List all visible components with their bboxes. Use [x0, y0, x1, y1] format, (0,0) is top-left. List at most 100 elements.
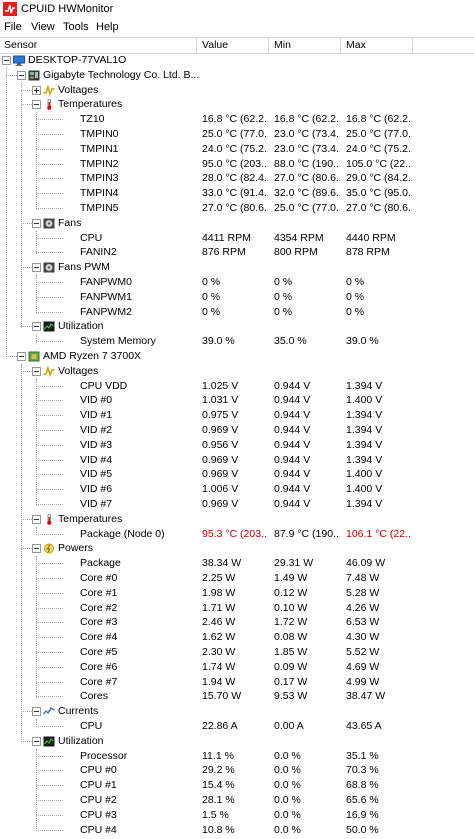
tree-connector	[36, 607, 63, 609]
sensor-row[interactable]: VID #6 1.006 V 0.944 V 1.400 V	[0, 482, 474, 497]
sensor-max: 46.09 W	[346, 557, 386, 570]
menu-bar: File View Tools Help	[0, 19, 474, 36]
sensor-row[interactable]: CPU #0 29.2 % 0.0 % 70.3 %	[0, 763, 474, 778]
tree-node-row[interactable]: Fans PWM	[0, 260, 474, 275]
collapse-icon[interactable]	[32, 322, 41, 332]
sensor-row[interactable]: CPU VDD 1.025 V 0.944 V 1.394 V	[0, 379, 474, 394]
collapse-icon[interactable]	[32, 514, 41, 524]
sensor-row[interactable]: Core #0 2.25 W 1.49 W 7.48 W	[0, 571, 474, 586]
menu-file[interactable]: File	[4, 21, 22, 33]
collapse-icon[interactable]	[2, 56, 11, 65]
sensor-row[interactable]: CPU #3 1.5 % 0.0 % 16.9 %	[0, 808, 474, 823]
sensor-name: FANPWM2	[80, 305, 132, 318]
collapse-icon[interactable]	[17, 352, 26, 361]
sensor-row[interactable]: CPU #2 28.1 % 0.0 % 65.6 %	[0, 793, 474, 808]
collapse-icon[interactable]	[17, 70, 26, 80]
sensor-row[interactable]: Package 38.34 W 29.31 W 46.09 W	[0, 556, 474, 571]
tree-node-row[interactable]: Gigabyte Technology Co. Ltd. B...	[0, 68, 474, 83]
sensor-row[interactable]: CPU 4411 RPM 4354 RPM 4440 RPM	[0, 231, 474, 246]
menu-tools[interactable]: Tools	[63, 21, 89, 33]
sensor-name: Cores	[80, 690, 109, 703]
sensor-row[interactable]: Core #3 2.46 W 1.72 W 6.53 W	[0, 615, 474, 630]
column-divider[interactable]	[196, 38, 197, 53]
sensor-row[interactable]: TZ10 16.8 °C (62.2... 16.8 °C (62.2... 16.8…	[0, 112, 474, 127]
menu-view[interactable]: View	[31, 21, 55, 33]
sensor-row[interactable]: VID #7 0.969 V 0.944 V 1.394 V	[0, 497, 474, 512]
tree-node-row[interactable]: Voltages	[0, 364, 474, 379]
tree-node-row[interactable]: Temperatures	[0, 512, 474, 527]
sensor-row[interactable]: CPU #1 15.4 % 0.0 % 68.8 %	[0, 778, 474, 793]
collapse-icon[interactable]	[32, 736, 41, 746]
sensor-row[interactable]: VID #5 0.969 V 0.944 V 1.400 V	[0, 467, 474, 482]
sensor-row[interactable]: Processor 11.1 % 0.0 % 35.1 %	[0, 749, 474, 764]
tree-connector	[36, 252, 63, 254]
sensor-row[interactable]: VID #3 0.956 V 0.944 V 1.394 V	[0, 438, 474, 453]
sensor-row[interactable]: FANPWM1 0 % 0 % 0 %	[0, 290, 474, 305]
tree-node-row[interactable]: DESKTOP-77VAL1O	[0, 53, 474, 68]
sensor-name: TMPIN5	[80, 202, 119, 214]
sensor-row[interactable]: FANPWM2 0 % 0 % 0 %	[0, 305, 474, 320]
sensor-name: Core #6	[80, 660, 118, 673]
sensor-row[interactable]: VID #0 1.031 V 0.944 V 1.400 V	[0, 393, 474, 408]
sensor-row[interactable]: Core #6 1.74 W 0.09 W 4.69 W	[0, 660, 474, 675]
sensor-row[interactable]: TMPIN3 28.0 °C (82.4... 27.0 °C (80.6... 29…	[0, 171, 474, 186]
sensor-row[interactable]: Core #5 2.30 W 1.85 W 5.52 W	[0, 645, 474, 660]
collapse-icon[interactable]	[32, 263, 41, 273]
sensor-row[interactable]: Core #4 1.62 W 0.08 W 4.30 W	[0, 630, 474, 645]
collapse-icon[interactable]	[32, 544, 41, 554]
column-divider[interactable]	[268, 38, 269, 53]
sensor-row[interactable]: TMPIN0 25.0 °C (77.0... 23.0 °C (73.4... 25…	[0, 127, 474, 142]
column-sensor[interactable]: Sensor	[4, 39, 37, 51]
sensor-row[interactable]: Cores 15.70 W 9.53 W 38.47 W	[0, 689, 474, 704]
sensor-row[interactable]: Core #2 1.71 W 0.10 W 4.26 W	[0, 601, 474, 616]
tree-connector	[36, 415, 63, 417]
column-divider[interactable]	[340, 38, 341, 53]
tree-node-row[interactable]: Temperatures	[0, 97, 474, 112]
tree-node-row[interactable]: Fans	[0, 216, 474, 231]
sensor-max: 4.99 W	[346, 675, 380, 688]
collapse-icon[interactable]	[32, 100, 41, 110]
expand-icon[interactable]	[32, 85, 41, 95]
sensor-row[interactable]: CPU 22.86 A 0.00 A 43.65 A	[0, 719, 474, 734]
tree-node-row[interactable]: Utilization	[0, 734, 474, 749]
sensor-row[interactable]: Package (Node 0) 95.3 °C (203.... 87.9 °C …	[0, 527, 474, 542]
sensor-row[interactable]: VID #1 0.975 V 0.944 V 1.394 V	[0, 408, 474, 423]
sensor-name: TZ10	[80, 113, 105, 126]
tree-connector	[36, 637, 63, 639]
sensor-max: 7.48 W	[346, 572, 380, 584]
sensor-row[interactable]: TMPIN2 95.0 °C (203.... 88.0 °C (190.... 10…	[0, 157, 474, 172]
column-min[interactable]: Min	[274, 39, 291, 51]
sensor-row[interactable]: VID #4 0.969 V 0.944 V 1.394 V	[0, 453, 474, 468]
sensor-row[interactable]: TMPIN1 24.0 °C (75.2... 23.0 °C (73.4... 24…	[0, 142, 474, 157]
sensor-row[interactable]: TMPIN5 27.0 °C (80.6... 25.0 °C (77.0... 27…	[0, 201, 474, 216]
sensor-value: 1.71 W	[202, 601, 236, 614]
column-divider[interactable]	[412, 38, 413, 53]
tree-node-row[interactable]: Currents	[0, 704, 474, 719]
tree-node-row[interactable]: Utilization	[0, 319, 474, 334]
sensor-min: 0.944 V	[274, 424, 311, 436]
collapse-icon[interactable]	[32, 366, 41, 376]
tree-node-row[interactable]: AMD Ryzen 7 3700X	[0, 349, 474, 364]
sensor-tree[interactable]: DESKTOP-77VAL1O Gigabyte Technology Co. L…	[0, 53, 474, 839]
sensor-row[interactable]: VID #2 0.969 V 0.944 V 1.394 V	[0, 423, 474, 438]
sensor-value: 2.46 W	[202, 616, 236, 629]
column-value[interactable]: Value	[202, 39, 228, 51]
sensor-row[interactable]: TMPIN4 33.0 °C (91.4... 32.0 °C (89.6... 35…	[0, 186, 474, 201]
sensor-max: 5.52 W	[346, 646, 380, 658]
tree-node-row[interactable]: Powers	[0, 541, 474, 556]
title-bar: CPUID HWMonitor	[0, 0, 474, 19]
sensor-row[interactable]: FANIN2 876 RPM 800 RPM 878 RPM	[0, 245, 474, 260]
sensor-row[interactable]: Core #1 1.98 W 0.12 W 5.28 W	[0, 586, 474, 601]
collapse-icon[interactable]	[32, 707, 41, 717]
sensor-name: TMPIN3	[80, 172, 119, 185]
sensor-row[interactable]: CPU #4 10.8 % 0.0 % 50.0 %	[0, 823, 474, 838]
sensor-row[interactable]: System Memory 39.0 % 35.0 % 39.0 %	[0, 334, 474, 349]
collapse-icon[interactable]	[32, 218, 41, 228]
tree-node-row[interactable]: Voltages	[0, 83, 474, 98]
sensor-max: 1.394 V	[346, 409, 383, 422]
sensor-row[interactable]: Core #7 1.94 W 0.17 W 4.99 W	[0, 675, 474, 690]
menu-help[interactable]: Help	[96, 21, 119, 33]
column-max[interactable]: Max	[346, 39, 366, 51]
sensor-row[interactable]: FANPWM0 0 % 0 % 0 %	[0, 275, 474, 290]
sensor-max: 35.0 °C (95.0...	[346, 187, 412, 200]
